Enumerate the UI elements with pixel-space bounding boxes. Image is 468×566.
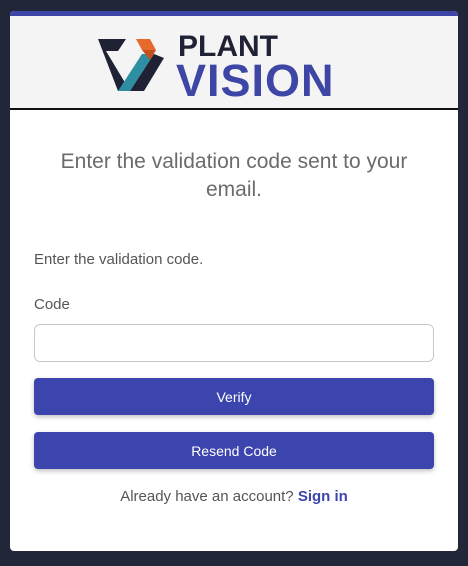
code-input[interactable] [34, 324, 434, 362]
brand-header: PLANT VISION [10, 16, 458, 110]
signin-prompt: Already have an account? [120, 488, 294, 505]
plantvision-logo: PLANT VISION [96, 30, 356, 106]
logo-text-vision: VISION [176, 55, 335, 106]
code-label: Code [34, 296, 70, 313]
verify-button[interactable]: Verify [34, 378, 434, 415]
signin-row: Already have an account? Sign in [34, 488, 434, 505]
validation-card: PLANT VISION Enter the validation code s… [10, 11, 458, 551]
instruction-text: Enter the validation code. [34, 251, 204, 268]
signin-link[interactable]: Sign in [298, 488, 348, 505]
plantvision-logo-mark-icon [98, 39, 164, 91]
resend-code-button[interactable]: Resend Code [34, 432, 434, 469]
form-body: Enter the validation code sent to your e… [10, 148, 458, 505]
page-title: Enter the validation code sent to your e… [60, 150, 408, 201]
